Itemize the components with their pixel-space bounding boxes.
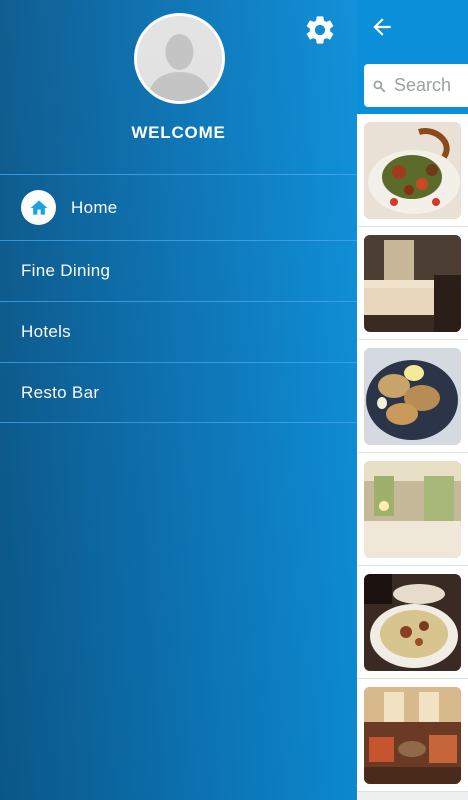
menu-item-label: Home: [71, 197, 118, 217]
thumbnail-list: [357, 114, 468, 792]
back-button[interactable]: [367, 12, 397, 42]
background-app: Search: [357, 0, 468, 800]
menu-item-home[interactable]: Home: [0, 174, 357, 240]
list-item[interactable]: [357, 340, 468, 453]
drawer-menu: Home Fine Dining Hotels Resto Bar: [0, 174, 357, 423]
arrow-left-icon: [373, 18, 391, 36]
search-bar: Search: [357, 56, 468, 114]
hotel-room-photo: [364, 235, 461, 332]
search-input[interactable]: Search: [364, 64, 468, 107]
search-placeholder: Search: [394, 75, 452, 95]
list-item[interactable]: [357, 227, 468, 340]
welcome-text: WELCOME: [131, 123, 226, 142]
menu-item-resto-bar[interactable]: Resto Bar: [0, 362, 357, 423]
food-salad-photo: [364, 122, 461, 219]
list-item[interactable]: [357, 679, 468, 792]
person-silhouette-icon: [137, 16, 222, 101]
home-icon: [21, 190, 56, 225]
gear-icon: [306, 16, 334, 44]
lounge-photo: [364, 687, 461, 784]
app-bar: [357, 0, 468, 56]
list-item[interactable]: [357, 114, 468, 227]
menu-item-label: Resto Bar: [21, 382, 100, 402]
navigation-drawer: WELCOME Home Fine Dining Hotels Resto Ba…: [0, 0, 357, 800]
avatar[interactable]: [134, 13, 225, 104]
list-item[interactable]: [357, 566, 468, 679]
list-item[interactable]: [357, 453, 468, 566]
menu-item-label: Hotels: [21, 322, 71, 341]
bedroom-photo: [364, 461, 461, 558]
dish-bowl-photo: [364, 574, 461, 671]
screen: Search WELCOME Home Fine Dining Hotels R…: [0, 0, 468, 800]
oysters-photo: [364, 348, 461, 445]
search-icon: [373, 79, 386, 92]
menu-item-hotels[interactable]: Hotels: [0, 301, 357, 362]
menu-item-label: Fine Dining: [21, 261, 111, 280]
menu-item-fine-dining[interactable]: Fine Dining: [0, 240, 357, 301]
settings-button[interactable]: [302, 12, 338, 48]
